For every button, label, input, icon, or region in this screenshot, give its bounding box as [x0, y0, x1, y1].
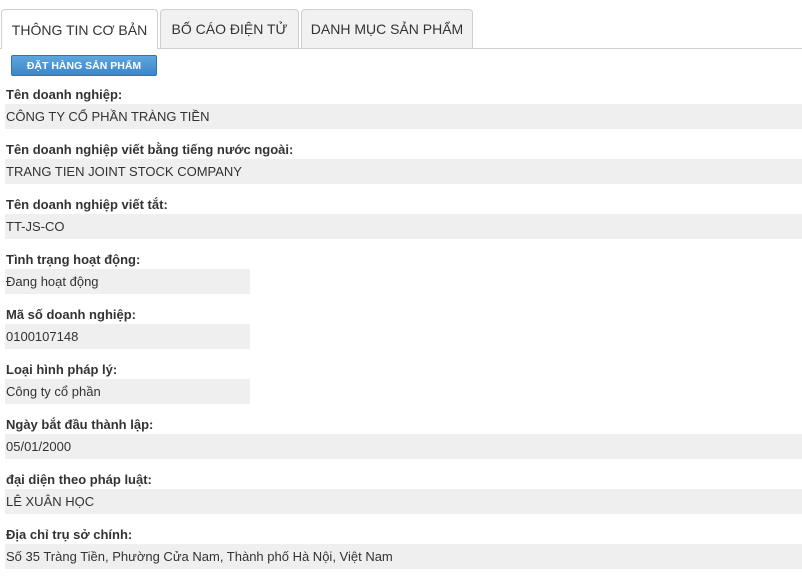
- tab-label: BỐ CÁO ĐIỆN TỬ: [171, 21, 288, 37]
- tab-label: DANH MỤC SẢN PHẨM: [310, 21, 464, 37]
- company-name-label: Tên doanh nghiệp:: [6, 87, 123, 102]
- founding-date-label: Ngày bắt đầu thành lập:: [6, 417, 154, 432]
- tab-electronic-announcement[interactable]: BỐ CÁO ĐIỆN TỬ: [160, 9, 299, 48]
- tab-label: THÔNG TIN CƠ BẢN: [11, 21, 148, 38]
- tab-bar: THÔNG TIN CƠ BẢN BỐ CÁO ĐIỆN TỬ DANH MỤC…: [0, 0, 802, 49]
- address-value: Số 35 Tràng Tiền, Phường Cửa Nam, Thành …: [5, 544, 802, 569]
- status-label: Tình trạng hoạt động:: [6, 252, 141, 267]
- status-value: Đang hoạt động: [5, 269, 250, 294]
- legal-rep-value: LÊ XUÂN HỌC: [5, 489, 802, 514]
- tax-code-label: Mã số doanh nghiệp:: [6, 307, 136, 322]
- foreign-name-label: Tên doanh nghiệp viết bằng tiếng nước ng…: [6, 142, 294, 157]
- founding-date-value: 05/01/2000: [5, 434, 802, 459]
- legal-type-label: Loại hình pháp lý:: [6, 362, 118, 377]
- short-name-label: Tên doanh nghiệp viết tắt:: [6, 197, 168, 212]
- short-name-value: TT-JS-CO: [5, 214, 802, 239]
- order-products-label: ĐẶT HÀNG SẢN PHẨM: [26, 59, 142, 72]
- tab-product-catalog[interactable]: DANH MỤC SẢN PHẨM: [301, 9, 473, 48]
- address-label: Địa chỉ trụ sở chính:: [6, 527, 133, 542]
- legal-type-value: Công ty cổ phần: [5, 379, 250, 404]
- company-name-value: CÔNG TY CỔ PHẦN TRÀNG TIỀN: [5, 104, 802, 129]
- legal-rep-label: đại diện theo pháp luật:: [6, 472, 152, 487]
- tab-basic-info[interactable]: THÔNG TIN CƠ BẢN: [1, 9, 158, 49]
- foreign-name-value: TRANG TIEN JOINT STOCK COMPANY: [5, 159, 802, 184]
- tax-code-value: 0100107148: [5, 324, 250, 349]
- order-products-button[interactable]: ĐẶT HÀNG SẢN PHẨM: [11, 55, 157, 76]
